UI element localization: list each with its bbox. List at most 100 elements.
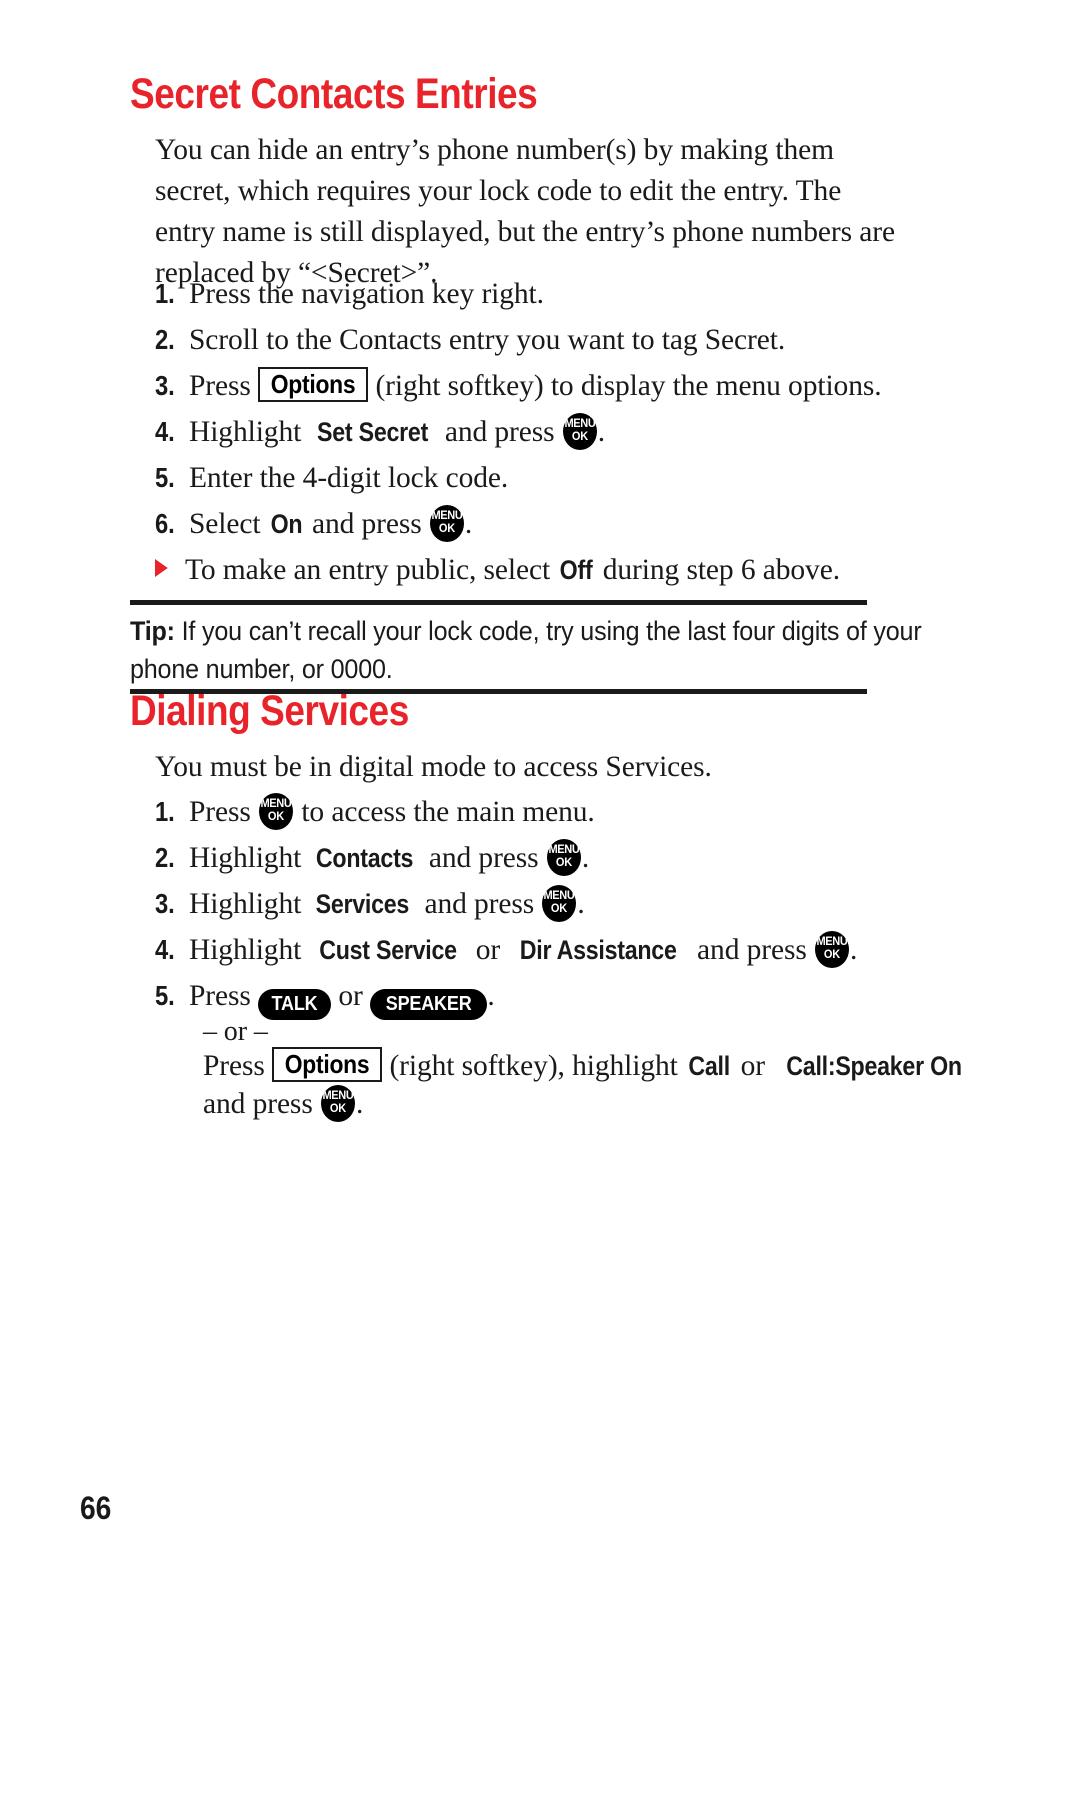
step-text-mid: and press [421,842,546,874]
bullet-text-post: during step 6 above. [595,554,840,586]
bullet-text-pre: To make an entry public, select [185,554,558,586]
talk-key-icon[interactable]: TALK [258,989,332,1020]
step-item: 2. Scroll to the Contacts entry you want … [155,321,785,359]
softkey-options-button[interactable]: Options [258,367,369,402]
step-item: 3. Highlight Services and press MENU OK. [155,885,585,923]
step-text-mid: or [468,934,508,966]
step-item: 6. Select On and press MENU OK. [155,505,472,543]
menu-item-keyword: Set Secret [317,417,429,447]
intro-line: You must be in digital mode to access Se… [155,751,712,783]
speaker-key-icon[interactable]: SPEAKER [370,989,488,1020]
step-text-mid: and press [304,508,429,540]
intro-line: entry name is still displayed, but the e… [155,216,895,248]
menu-item-keyword: Services [316,889,410,919]
menu-ok-key-icon[interactable]: MENU OK [815,931,850,968]
step-text: Enter the 4-digit lock code. [189,462,509,494]
step-item: 2. Highlight Contacts and press MENU OK. [155,839,589,877]
step-number: 1. [155,796,175,827]
step-item: 1. Press the navigation key right. [155,275,544,313]
step-item: 3. Press Options (right softkey) to displ… [155,367,882,405]
menu-ok-bottom-label: OK [571,429,588,443]
menu-ok-top-label: MENU [816,934,848,948]
step-text-post: to access the main menu. [294,796,595,828]
menu-ok-top-label: MENU [260,796,292,810]
menu-ok-top-label: MENU [431,508,463,522]
menu-ok-key-icon[interactable]: MENU OK [546,839,581,876]
step-number: 4. [155,416,175,447]
step-text-post: (right softkey) to display the menu opti… [368,370,882,402]
manual-page: Secret Contacts Entries You can hide an … [0,0,1080,1800]
tip-label: Tip: [130,616,175,646]
tip-block: Tip: If you can’t recall your lock code,… [130,612,922,688]
step-number: 3. [155,888,175,919]
step-text-post: . [581,842,590,874]
step-text-pre: Highlight [189,888,309,920]
triangle-bullet-icon [155,551,181,589]
page-number: 66 [80,1490,112,1526]
step-text-mid: and press [437,416,562,448]
step-text-pre: Press [189,980,259,1012]
step-text-mid-2: and press [689,934,815,966]
step-text-mid: and press [417,888,542,920]
step-item: 5. Enter the 4-digit lock code. [155,459,508,497]
menu-item-keyword: Cust Service [319,935,458,965]
alt-step-text-mid: (right softkey), highlight [382,1050,686,1082]
alt-step-line-1: Press Options (right softkey), highlight… [203,1047,976,1085]
step-text-post: . [850,934,858,966]
menu-item-keyword: On [270,509,303,539]
section-heading-dialing-services: Dialing Services [130,687,409,735]
intro-line: secret, which requires your lock code to… [155,175,842,207]
step-text-post: . [597,416,606,448]
menu-ok-key-icon[interactable]: MENU OK [320,1085,355,1122]
step-text: Press the navigation key right. [189,278,544,310]
section-heading-secret-contacts: Secret Contacts Entries [130,70,538,118]
step-number: 1. [155,278,175,309]
alt-step-text-pre: Press [203,1050,273,1082]
menu-item-keyword-2: Dir Assistance [520,935,678,965]
step-number: 4. [155,934,175,965]
tip-line-1: Tip: If you can’t recall your lock code,… [130,612,922,650]
menu-ok-top-label: MENU [543,888,575,902]
softkey-options-label: Options [270,369,356,399]
menu-ok-bottom-label: OK [555,855,572,869]
step-text-post: . [487,980,495,1012]
step-text-pre: Highlight [189,842,309,874]
step-number: 2. [155,324,175,355]
tip-line-1-rest: If you can’t recall your lock code, try … [174,616,922,646]
softkey-options-button[interactable]: Options [272,1047,383,1082]
menu-ok-top-label: MENU [322,1088,354,1102]
bullet-item: To make an entry public, select Off duri… [155,551,840,589]
step-text-pre: Press [189,796,259,828]
step-text-post: . [577,888,585,920]
tip-rule-top [130,600,867,605]
step-text: Scroll to the Contacts entry you want to… [189,324,786,356]
step-text-pre: Select [189,508,268,540]
menu-ok-top-label: MENU [548,842,580,856]
alt-step-line-2: and press MENU OK. [203,1085,363,1123]
intro-paragraph-secret-contacts: You can hide an entry’s phone number(s) … [155,130,895,294]
step-text-post: . [464,508,473,540]
step-number: 2. [155,842,175,873]
step-item: 4. Highlight Cust Service or Dir Assistan… [155,931,857,969]
menu-ok-key-icon[interactable]: MENU OK [562,413,597,450]
menu-ok-bottom-label: OK [823,947,841,961]
menu-ok-top-label: MENU [564,416,596,430]
menu-ok-bottom-label: OK [551,901,568,915]
step-item: 4. Highlight Set Secret and press MENU OK. [155,413,605,451]
alt-step-tail-pre: and press [203,1088,320,1120]
menu-item-keyword-2: Call:Speaker On [786,1051,963,1081]
menu-ok-bottom-label: OK [267,809,285,823]
alt-step-text-mid-2: or [733,1050,773,1082]
menu-ok-key-icon[interactable]: MENU OK [429,505,464,542]
step-text-pre: Highlight [189,934,309,966]
speaker-key-label: SPEAKER [385,993,472,1015]
step-number: 6. [155,508,175,539]
menu-ok-key-icon[interactable]: MENU OK [542,885,577,922]
step-text-pre: Press [189,370,259,402]
alt-step-tail-post: . [355,1088,364,1120]
step-text-mid: or [331,980,371,1012]
menu-item-keyword: Call [688,1051,730,1081]
menu-ok-key-icon[interactable]: MENU OK [259,793,294,830]
tip-line-2: phone number, or 0000. [130,654,393,684]
softkey-options-label: Options [284,1049,370,1079]
